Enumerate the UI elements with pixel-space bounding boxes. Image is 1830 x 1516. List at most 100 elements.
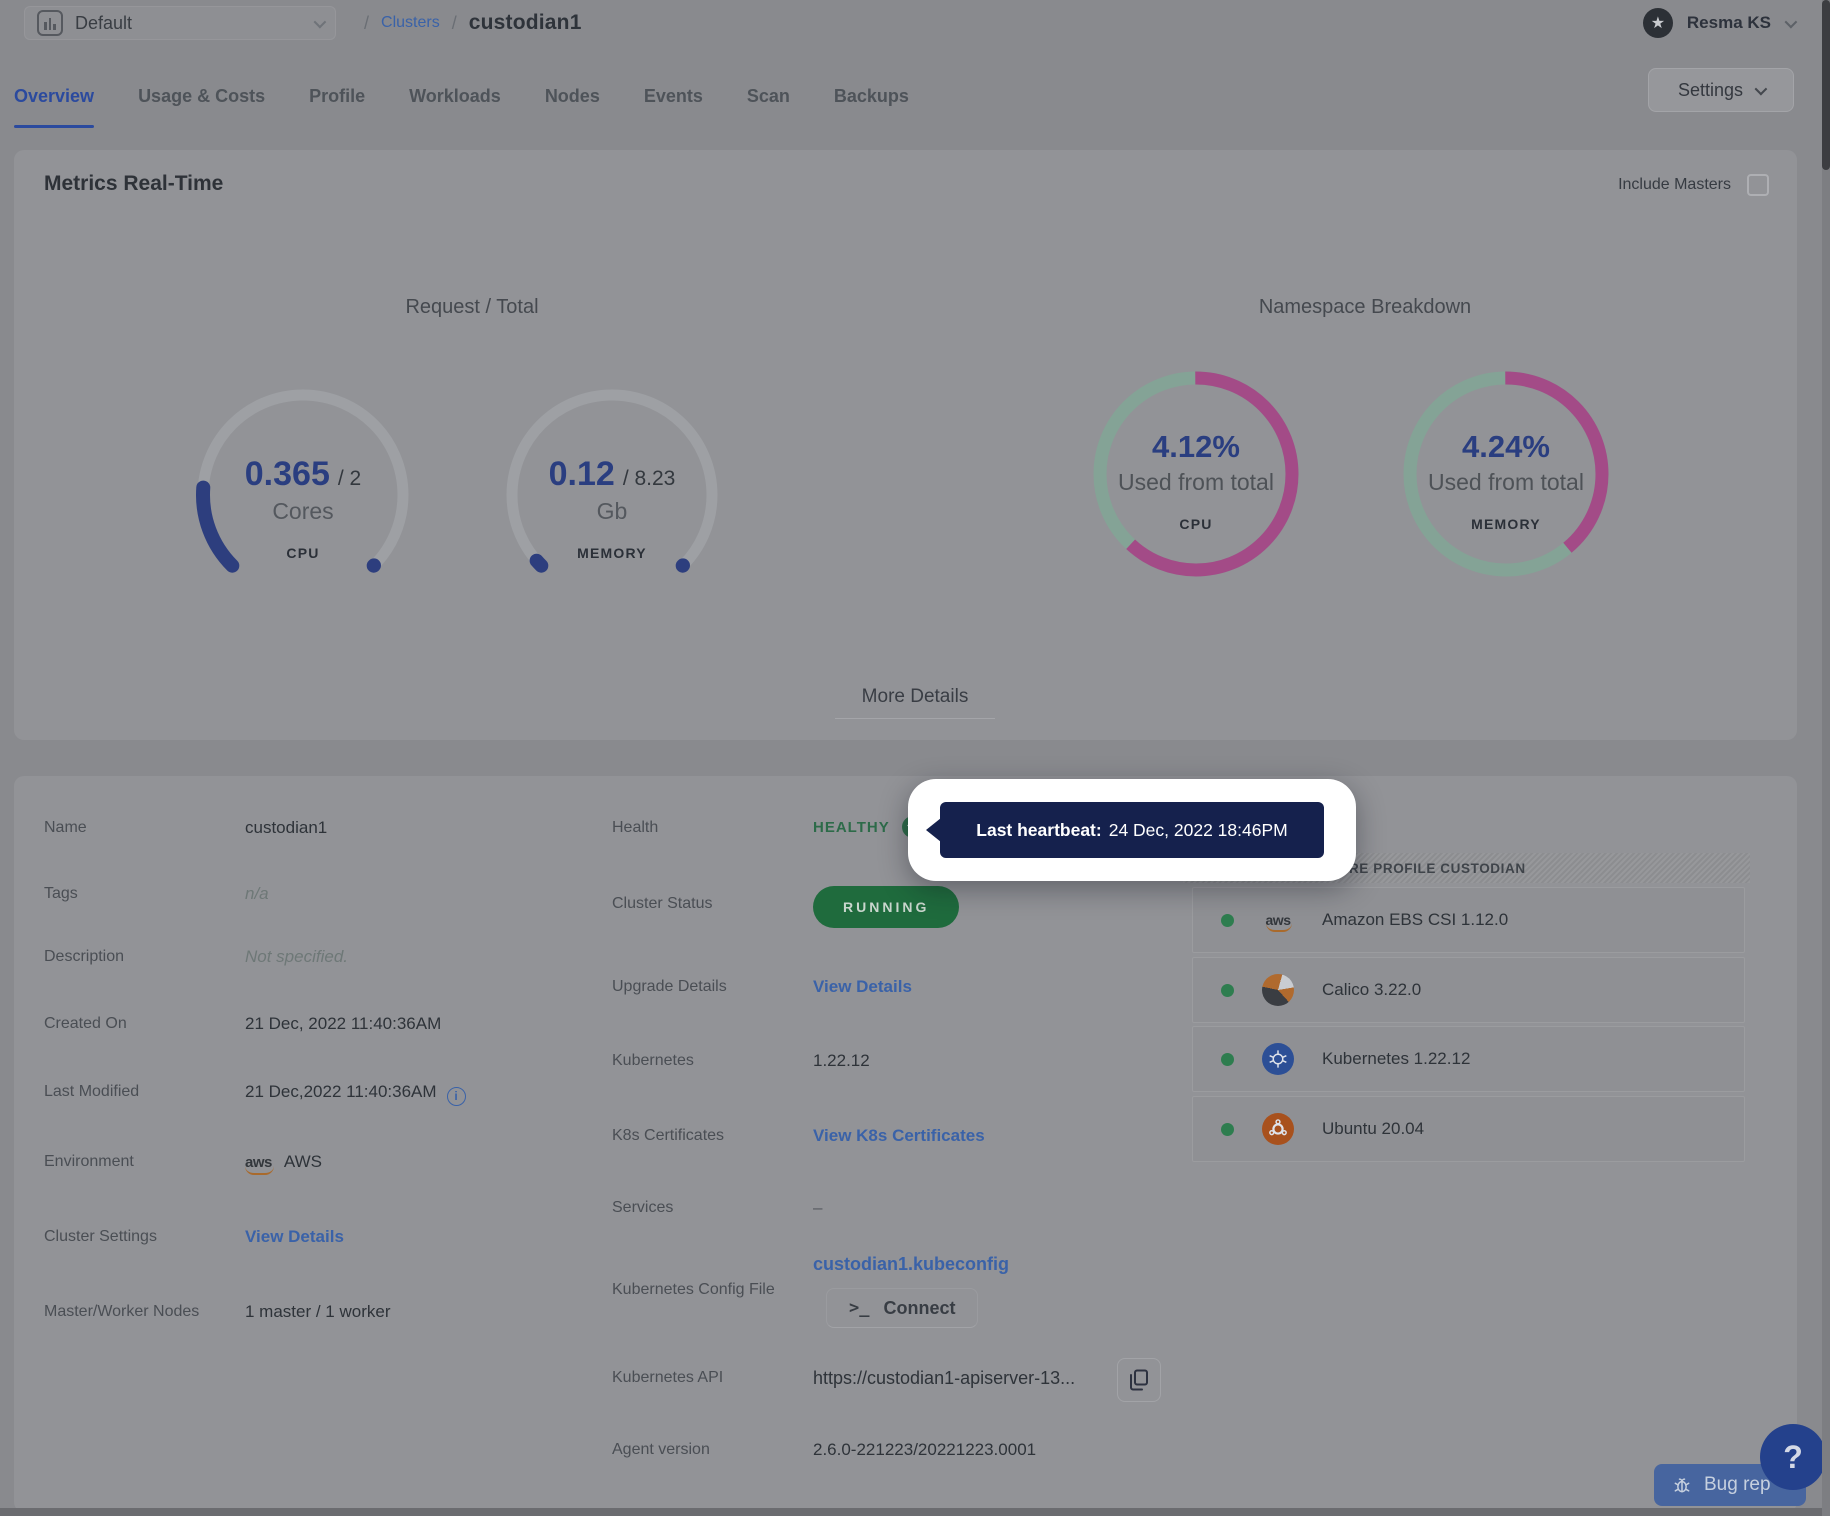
more-details-underline <box>835 718 995 719</box>
help-button[interactable]: ? <box>1760 1424 1826 1490</box>
pack-item-amazon-ebs-csi[interactable]: aws Amazon EBS CSI 1.12.0 <box>1192 887 1745 953</box>
copy-api-button[interactable] <box>1117 1358 1161 1402</box>
tab-workloads[interactable]: Workloads <box>409 64 501 128</box>
project-name: Default <box>75 13 132 34</box>
tooltip-text: 24 Dec, 2022 18:46PM <box>1109 820 1288 841</box>
connect-button[interactable]: >_ Connect <box>826 1288 978 1328</box>
tab-profile[interactable]: Profile <box>309 64 365 128</box>
namespace-breakdown-title: Namespace Breakdown <box>1014 296 1716 319</box>
upgrade-view-details-link[interactable]: View Details <box>813 977 912 997</box>
tab-scan[interactable]: Scan <box>747 64 790 128</box>
breadcrumb-current-cluster: custodian1 <box>469 11 582 35</box>
description-label: Description <box>44 948 124 966</box>
breadcrumb: / Clusters / custodian1 <box>364 11 582 35</box>
pack-item-kubernetes[interactable]: Kubernetes 1.22.12 <box>1192 1026 1745 1092</box>
tooltip-bold-label: Last heartbeat: <box>976 820 1101 841</box>
kubernetes-label: Kubernetes <box>612 1052 694 1070</box>
window-bottom-edge <box>0 1508 1830 1516</box>
user-name: Resma KS <box>1687 13 1771 33</box>
cluster-settings-label: Cluster Settings <box>44 1228 157 1246</box>
cpu-unit: Cores <box>272 498 333 525</box>
scrollbar[interactable] <box>1822 0 1830 1516</box>
services-value: – <box>813 1198 822 1218</box>
breadcrumb-link-clusters[interactable]: Clusters <box>381 14 440 32</box>
aws-pack-icon: aws <box>1262 904 1294 936</box>
metrics-realtime-card: Metrics Real-Time Include Masters Reques… <box>14 150 1797 740</box>
created-on-value: 21 Dec, 2022 11:40:36AM <box>245 1014 441 1034</box>
cpu-request-value: 0.365 <box>245 455 330 494</box>
user-menu[interactable]: ★ Resma KS <box>1643 8 1794 38</box>
tooltip-spotlight: Last heartbeat: 24 Dec, 2022 18:46PM <box>908 779 1356 881</box>
environment-label: Environment <box>44 1153 134 1171</box>
cluster-settings-view-details-link[interactable]: View Details <box>245 1227 344 1247</box>
terminal-icon: >_ <box>849 1298 869 1318</box>
cpu-donut-label: CPU <box>1179 516 1212 532</box>
info-icon[interactable]: i <box>447 1087 466 1106</box>
status-dot <box>1221 1053 1234 1066</box>
pack-item-calico[interactable]: Calico 3.22.0 <box>1192 957 1745 1023</box>
status-dot <box>1221 984 1234 997</box>
breadcrumb-separator: / <box>364 13 369 34</box>
project-selector[interactable]: Default <box>24 6 336 40</box>
top-bar: Default / Clusters / custodian1 ★ Resma … <box>0 0 1830 46</box>
agent-version-value: 2.6.0-221223/20221223.0001 <box>813 1440 1036 1460</box>
include-masters-control: Include Masters <box>1618 174 1769 196</box>
cpu-request-gauge: 0.365 / 2 Cores CPU <box>188 380 418 610</box>
agent-version-label: Agent version <box>612 1441 710 1459</box>
memory-namespace-donut: 4.24% Used from total MEMORY <box>1401 369 1611 579</box>
tab-usage-costs[interactable]: Usage & Costs <box>138 64 265 128</box>
created-on-label: Created On <box>44 1015 127 1033</box>
kubeconfig-file-link[interactable]: custodian1.kubeconfig <box>813 1254 1009 1275</box>
memory-unit: Gb <box>597 498 628 525</box>
include-masters-label: Include Masters <box>1618 176 1731 194</box>
cluster-status-label: Cluster Status <box>612 895 712 913</box>
cpu-total-value: / 2 <box>338 467 361 491</box>
more-details-link[interactable]: More Details <box>805 686 1025 719</box>
last-modified-label: Last Modified <box>44 1083 139 1101</box>
memory-total-value: / 8.23 <box>623 467 676 491</box>
memory-gauge-label: MEMORY <box>577 545 647 561</box>
include-masters-checkbox[interactable] <box>1747 174 1769 196</box>
kubernetes-pack-icon <box>1262 1043 1294 1075</box>
chevron-down-icon <box>1785 15 1798 28</box>
cpu-gauge-label: CPU <box>286 545 319 561</box>
view-k8s-certificates-link[interactable]: View K8s Certificates <box>813 1126 985 1146</box>
settings-button[interactable]: Settings <box>1648 68 1794 112</box>
environment-value: awsAWS <box>245 1152 322 1172</box>
cluster-details-card: Name custodian1 Tags n/a Description Not… <box>14 776 1797 1512</box>
aws-logo-icon: aws <box>245 1154 272 1171</box>
cpu-used-percent: 4.12% <box>1152 429 1240 465</box>
k8s-certificates-label: K8s Certificates <box>612 1127 724 1145</box>
user-avatar-star-icon: ★ <box>1643 8 1673 38</box>
last-heartbeat-tooltip: Last heartbeat: 24 Dec, 2022 18:46PM <box>940 802 1324 858</box>
tags-value: n/a <box>245 884 269 904</box>
name-value: custodian1 <box>245 818 327 838</box>
copy-icon <box>1129 1369 1149 1391</box>
memory-used-caption: Used from total <box>1428 469 1584 496</box>
tab-backups[interactable]: Backups <box>834 64 909 128</box>
kubernetes-version-value: 1.22.12 <box>813 1051 870 1071</box>
settings-label: Settings <box>1678 80 1743 101</box>
breadcrumb-separator: / <box>452 13 457 34</box>
kubeconfig-label: Kubernetes Config File <box>612 1281 775 1299</box>
cpu-namespace-donut: 4.12% Used from total CPU <box>1091 369 1301 579</box>
tab-overview[interactable]: Overview <box>14 64 94 128</box>
chevron-down-icon <box>314 15 327 28</box>
pack-item-ubuntu[interactable]: Ubuntu 20.04 <box>1192 1096 1745 1162</box>
bug-icon <box>1672 1475 1692 1495</box>
cpu-used-caption: Used from total <box>1118 469 1274 496</box>
metrics-title: Metrics Real-Time <box>44 172 223 196</box>
scrollbar-thumb[interactable] <box>1822 0 1830 170</box>
master-worker-nodes-value: 1 master / 1 worker <box>245 1302 391 1322</box>
memory-donut-label: MEMORY <box>1471 516 1541 532</box>
bar-chart-icon <box>37 10 63 36</box>
tab-nodes[interactable]: Nodes <box>545 64 600 128</box>
tab-events[interactable]: Events <box>644 64 703 128</box>
ubuntu-pack-icon <box>1262 1113 1294 1145</box>
name-label: Name <box>44 819 87 837</box>
request-total-title: Request / Total <box>114 296 830 319</box>
status-dot <box>1221 1123 1234 1136</box>
cluster-overview-page: Default / Clusters / custodian1 ★ Resma … <box>0 0 1830 1516</box>
services-label: Services <box>612 1199 673 1217</box>
memory-request-gauge: 0.12 / 8.23 Gb MEMORY <box>497 380 727 610</box>
